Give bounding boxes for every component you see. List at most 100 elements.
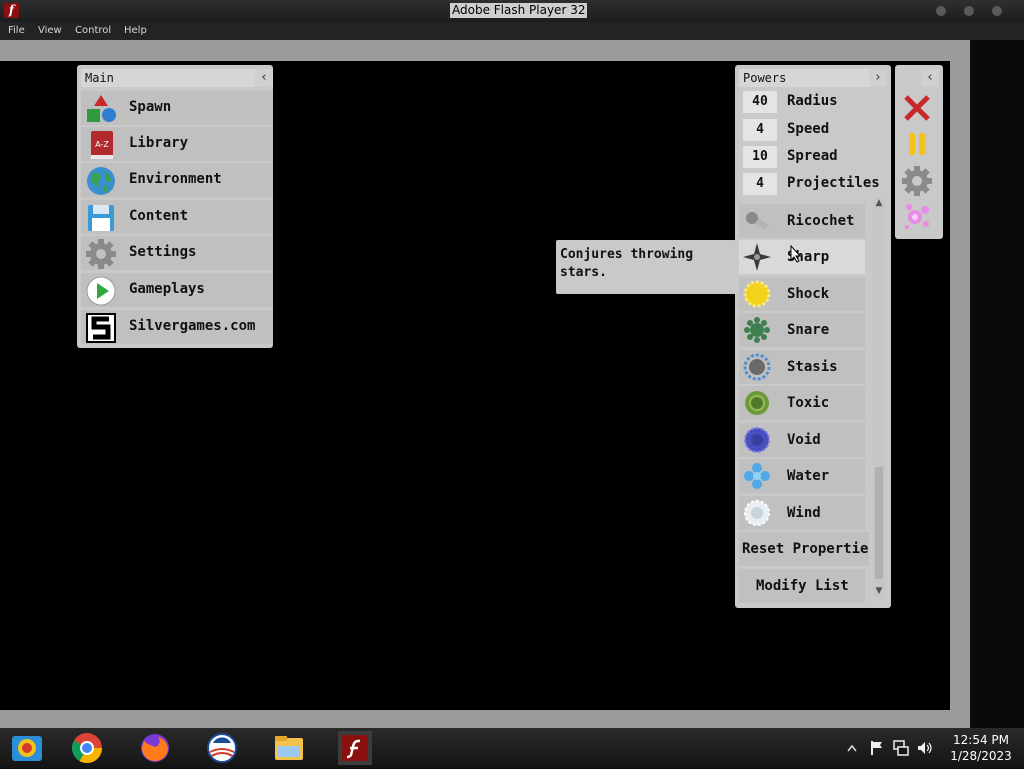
main-item-label: Spawn: [129, 99, 172, 115]
shock-icon: [743, 280, 771, 308]
menu-view[interactable]: View: [38, 24, 62, 38]
main-item-label: Silvergames.com: [129, 318, 256, 334]
pause-button[interactable]: [901, 128, 933, 160]
file-explorer-app-icon: [12, 736, 42, 761]
void-icon: [744, 427, 770, 453]
power-label: Toxic: [787, 395, 830, 411]
taskbar-clock[interactable]: 12:54 PM 1/28/2023: [946, 732, 1016, 764]
close-window-button[interactable]: [992, 6, 1002, 16]
firefox-app-icon: [141, 734, 169, 762]
power-item-snare[interactable]: Snare: [739, 313, 865, 347]
main-item-gameplays[interactable]: Gameplays: [81, 273, 273, 307]
property-value-input[interactable]: 10: [743, 146, 777, 168]
taskbar-app-folder[interactable]: [272, 731, 306, 765]
power-tooltip: Conjures throwing stars.: [556, 240, 736, 294]
wind-icon: [744, 500, 770, 526]
clock-time: 12:54 PM: [953, 733, 1009, 747]
property-label: Projectiles: [787, 175, 880, 191]
flash-app-icon[interactable]: f: [4, 3, 19, 18]
power-label: Wind: [787, 505, 821, 521]
scroll-down-arrow[interactable]: ▼: [873, 585, 885, 597]
flag-icon[interactable]: [870, 740, 884, 756]
globe-icon: [87, 167, 115, 195]
close-icon: [904, 95, 930, 121]
powers-panel: Powers › 40 Radius 4 Speed 10 Spread 4 P…: [735, 65, 891, 608]
power-item-wind[interactable]: Wind: [739, 496, 865, 530]
toxic-icon: [745, 391, 769, 415]
effects-button[interactable]: [901, 201, 933, 233]
mouse-cursor-icon: [790, 245, 802, 263]
taskbar-app-flash-player[interactable]: [338, 731, 372, 765]
modify-list-label: Modify List: [756, 578, 849, 594]
powers-panel-expand-button[interactable]: ›: [869, 69, 887, 87]
snare-icon: [744, 317, 770, 343]
menu-file[interactable]: File: [8, 24, 25, 38]
main-item-spawn[interactable]: Spawn: [81, 91, 273, 125]
menu-help[interactable]: Help: [124, 24, 147, 38]
power-item-water[interactable]: Water: [739, 459, 865, 493]
silvergames-logo-icon: [86, 313, 116, 343]
side-toolbar: ‹: [895, 65, 943, 239]
chrome-app-icon: [71, 733, 102, 764]
stasis-icon: [743, 353, 771, 381]
floppy-disk-icon: [88, 205, 114, 231]
main-item-label: Content: [129, 208, 189, 224]
property-value-input[interactable]: 4: [743, 119, 777, 141]
modify-list-button[interactable]: Modify List: [739, 569, 865, 603]
powers-panel-title: Powers: [739, 69, 871, 87]
network-icon[interactable]: [893, 740, 909, 756]
powers-list-scrollbar[interactable]: ▲ ▼: [873, 197, 885, 597]
menu-control[interactable]: Control: [75, 24, 111, 38]
power-label: Shock: [787, 286, 830, 302]
power-item-sharp[interactable]: Sharp: [739, 240, 865, 274]
settings-button[interactable]: [901, 165, 933, 197]
scroll-thumb[interactable]: [875, 467, 883, 579]
window-title: Adobe Flash Player 32: [450, 3, 588, 18]
main-item-content[interactable]: Content: [81, 200, 273, 234]
taskbar: [0, 728, 1024, 768]
main-item-silvergames[interactable]: Silvergames.com: [81, 310, 273, 344]
property-value-input[interactable]: 40: [743, 91, 777, 113]
shapes-icon: [87, 95, 116, 122]
main-panel-collapse-button[interactable]: ‹: [255, 69, 273, 87]
power-item-toxic[interactable]: Toxic: [739, 386, 865, 420]
main-item-environment[interactable]: Environment: [81, 163, 273, 197]
particles-icon: [905, 204, 929, 229]
client-frame-bottom: [0, 710, 970, 728]
window-titlebar: f Adobe Flash Player 32: [0, 0, 1024, 22]
maximize-button[interactable]: [964, 6, 974, 16]
main-item-settings[interactable]: Settings: [81, 236, 273, 270]
flash-player-app-icon: [342, 735, 368, 761]
throwing-star-icon: [743, 243, 771, 271]
power-label: Void: [787, 432, 821, 448]
book-icon-text: A-Z: [95, 140, 109, 149]
client-frame-top: [0, 40, 970, 61]
property-value-input[interactable]: 4: [743, 173, 777, 195]
gear-icon: [902, 166, 932, 196]
main-panel: Main ‹ Spawn A-Z Library Environment Con…: [77, 65, 273, 348]
main-item-library[interactable]: A-Z Library: [81, 127, 273, 161]
taskbar-app-file-explorer[interactable]: [10, 731, 44, 765]
power-label: Snare: [787, 322, 830, 338]
power-item-stasis[interactable]: Stasis: [739, 350, 865, 384]
power-item-ricochet[interactable]: Ricochet: [739, 204, 865, 238]
taskbar-app-firefox[interactable]: [138, 731, 172, 765]
clock-date: 1/28/2023: [950, 749, 1012, 763]
volume-icon[interactable]: [917, 740, 933, 756]
close-button[interactable]: [901, 92, 933, 124]
reset-properties-button[interactable]: Reset Properties: [739, 532, 869, 566]
show-hidden-icons-chevron-icon[interactable]: [847, 744, 857, 752]
property-label: Spread: [787, 148, 838, 164]
taskbar-app-obama[interactable]: [205, 731, 239, 765]
side-toolbar-collapse-button[interactable]: ‹: [921, 69, 939, 87]
power-item-shock[interactable]: Shock: [739, 277, 865, 311]
obama-app-icon: [207, 733, 237, 763]
power-item-void[interactable]: Void: [739, 423, 865, 457]
menubar: File View Control Help: [0, 22, 1024, 40]
power-label: Ricochet: [787, 213, 855, 229]
property-label: Radius: [787, 93, 838, 109]
power-label: Water: [787, 468, 830, 484]
scroll-up-arrow[interactable]: ▲: [873, 197, 885, 209]
taskbar-app-chrome[interactable]: [70, 731, 104, 765]
minimize-button[interactable]: [936, 6, 946, 16]
